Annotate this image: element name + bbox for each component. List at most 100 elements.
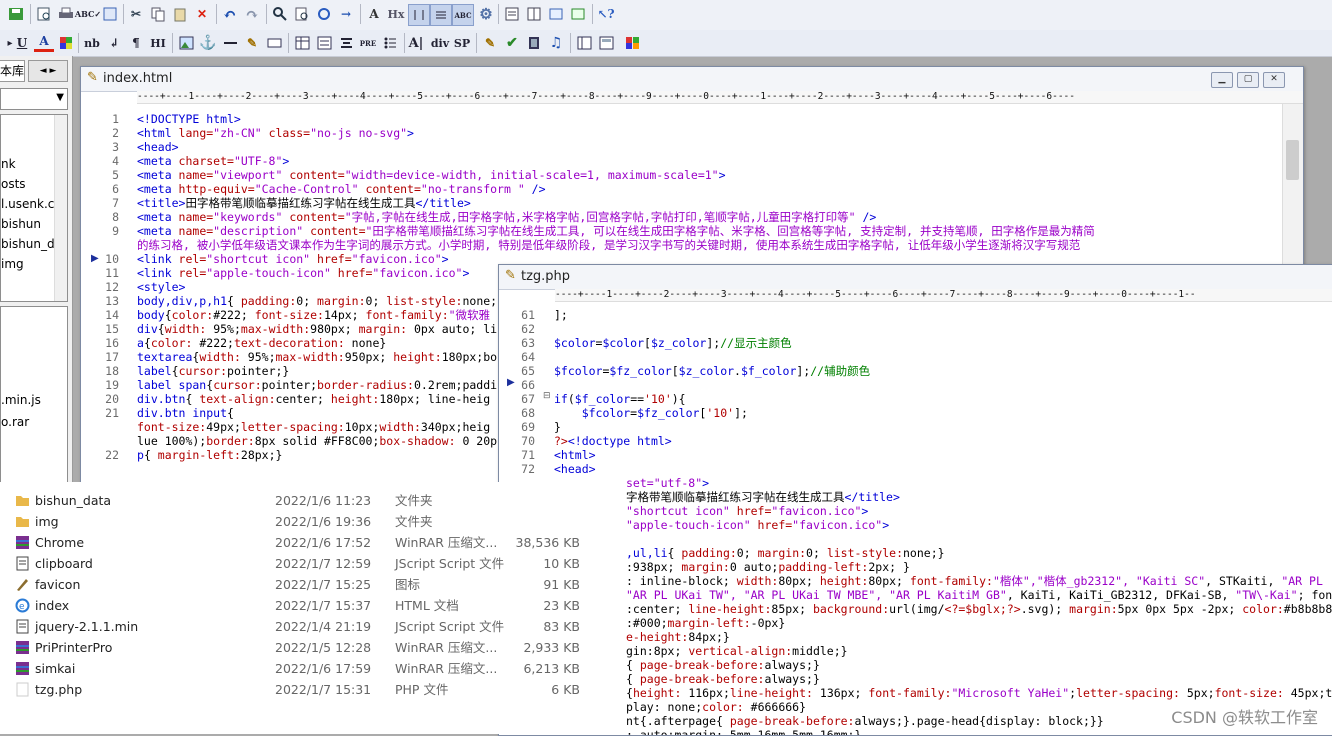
file-row[interactable]: tzg.php 2022/1/7 15:31 PHP 文件 6 KB	[0, 679, 606, 700]
file-row[interactable]: clipboard 2022/1/7 12:59 JScript Script 文件…	[0, 553, 606, 574]
code-line[interactable]: <style>	[137, 280, 185, 294]
line-break-icon[interactable]: ↲	[104, 33, 124, 53]
scrollbar-thumb[interactable]	[1286, 140, 1299, 180]
search-icon[interactable]	[270, 4, 290, 24]
code-line[interactable]: ,ul,li{ padding:0; margin:0; list-style:…	[626, 546, 945, 560]
code-line[interactable]: "apple-touch-icon" href="favicon.ico">	[626, 518, 889, 532]
file-row[interactable]: favicon 2022/1/7 15:25 图标 91 KB	[0, 574, 606, 595]
color-grid-icon[interactable]	[56, 33, 76, 53]
window-titlebar[interactable]: ✎ index.html ▁ ▢ ✕	[81, 67, 1303, 92]
font-size-icon[interactable]: A	[364, 4, 384, 24]
code-line[interactable]: $fcolor=$fz_color[$z_color.$f_color];//辅…	[554, 364, 870, 378]
pencil-icon[interactable]: ✎	[242, 33, 262, 53]
list-item[interactable]: .min.js	[1, 391, 41, 409]
code-line[interactable]: lue 100%);border:8px solid #FF8C00;box-s…	[137, 434, 497, 448]
list-icon[interactable]	[380, 33, 400, 53]
code-line[interactable]: <meta name="keywords" content="字帖,字帖在线生成…	[137, 210, 876, 224]
code-line[interactable]: play: none;color: #666666}	[626, 700, 806, 714]
ruler-icon[interactable]: ABC	[452, 4, 474, 26]
frame-icon[interactable]	[574, 33, 594, 53]
tab-scroll-arrows[interactable]: ◄ ►	[28, 60, 68, 82]
refresh-icon[interactable]	[100, 4, 120, 24]
delete-icon[interactable]: ✕	[192, 4, 212, 24]
code-area[interactable]: ]; $color=$color[$z_color];//显示主颜色 $fcolor…	[554, 308, 1332, 735]
code-line[interactable]: set="utf-8">	[626, 476, 709, 490]
file-row[interactable]: img 2022/1/6 19:36 文件夹	[0, 511, 606, 532]
code-line[interactable]: :#000;margin-left:-0px}	[626, 616, 785, 630]
code-line[interactable]: body,div,p,h1{ padding:0; margin:0; list…	[137, 294, 497, 308]
tab-left-arrow[interactable]: ◄	[40, 66, 47, 76]
file-row[interactable]: Chrome 2022/1/6 17:52 WinRAR 压缩文... 38,536 …	[0, 532, 606, 553]
window-titlebar[interactable]: ✎ tzg.php	[499, 265, 1332, 290]
anchor-icon[interactable]: ⚓	[198, 33, 218, 53]
code-line[interactable]: p{ margin-left:28px;}	[137, 448, 282, 462]
underline-button[interactable]: U	[12, 33, 32, 53]
redo-icon[interactable]: ↷	[242, 4, 262, 24]
goto-icon[interactable]: →	[336, 4, 356, 24]
edit-icon[interactable]: ✎	[480, 33, 500, 53]
font-a-icon[interactable]: A|	[406, 33, 426, 53]
code-line[interactable]: label span{cursor:pointer;border-radius:…	[137, 378, 497, 392]
code-line[interactable]: e-height:84px;}	[626, 630, 730, 644]
code-line[interactable]: label{cursor:pointer;}	[137, 364, 289, 378]
split-view-icon[interactable]	[524, 4, 544, 24]
code-line[interactable]: <meta http-equiv="Cache-Control" content…	[137, 182, 546, 196]
align-center-icon[interactable]	[336, 33, 356, 53]
list-item[interactable]: osts	[1, 175, 26, 193]
code-line[interactable]: <head>	[554, 462, 596, 476]
code-line[interactable]: <html lang="zh-CN" class="no-js no-svg">	[137, 126, 414, 140]
list-item[interactable]: img	[1, 255, 24, 273]
pre-button[interactable]: PRE	[358, 33, 378, 53]
help-icon[interactable]: ↖?	[596, 4, 616, 24]
code-line[interactable]: ?><!doctype html>	[554, 434, 672, 448]
code-line[interactable]: font-size:49px;letter-spacing:10px;width…	[137, 420, 490, 434]
fold-icon[interactable]: ⊟	[543, 391, 551, 401]
settings-icon[interactable]: ⚙	[476, 4, 496, 24]
code-line[interactable]: {height: 116px;line-height: 136px; font-…	[626, 686, 1332, 700]
close-button[interactable]: ✕	[1263, 72, 1285, 88]
drive-dropdown[interactable]: ▼	[0, 88, 68, 110]
code-line[interactable]: ];	[554, 308, 568, 322]
code-line[interactable]: if($f_color=='10'){	[554, 392, 686, 406]
span-button[interactable]: SP	[452, 33, 472, 53]
paragraph-button[interactable]: ¶	[126, 33, 146, 53]
image-icon[interactable]	[176, 33, 196, 53]
layout-icon[interactable]	[596, 33, 616, 53]
file-row[interactable]: jquery-2.1.1.min 2022/1/4 21:19 JScript Sc…	[0, 616, 606, 637]
list-item[interactable]: bishun	[1, 215, 41, 233]
code-line[interactable]: <!DOCTYPE html>	[137, 112, 241, 126]
music-icon[interactable]: ♫	[546, 33, 566, 53]
minimize-button[interactable]: ▁	[1211, 72, 1233, 88]
cut-icon[interactable]: ✂	[126, 4, 146, 24]
code-line[interactable]: nt{.afterpage{ page-break-before:always;…	[626, 714, 1104, 728]
scrollbar[interactable]	[54, 115, 67, 301]
list-item[interactable]: l.usenk.c	[1, 195, 54, 213]
file-row[interactable]: simkai 2022/1/6 17:59 WinRAR 压缩文... 6,213 K…	[0, 658, 606, 679]
table-icon[interactable]	[292, 33, 312, 53]
code-line[interactable]: <meta name="viewport" content="width=dev…	[137, 168, 726, 182]
find-in-files-icon[interactable]	[292, 4, 312, 24]
code-line[interactable]: <meta name="description" content="田字格带笔顺…	[137, 224, 1095, 238]
code-line[interactable]: : inline-block; width:80px; height:80px;…	[626, 574, 1323, 588]
print-icon[interactable]	[56, 4, 76, 24]
print-preview-icon[interactable]	[34, 4, 54, 24]
code-line[interactable]: }	[554, 420, 561, 434]
file-row[interactable]: bishun_data 2022/1/6 11:23 文件夹	[0, 490, 606, 511]
link-icon[interactable]	[264, 33, 284, 53]
heading-button[interactable]: HI	[148, 33, 168, 53]
font-color-button[interactable]: A	[34, 33, 54, 52]
validate-icon[interactable]: ✔	[502, 33, 522, 53]
undo-icon[interactable]: ↶	[220, 4, 240, 24]
code-line[interactable]: <title>田字格带笔顺临摹描红练习字帖在线生成工具</title>	[137, 196, 471, 210]
word-wrap-icon[interactable]	[408, 4, 430, 26]
code-line[interactable]: $color=$color[$z_color];//显示主颜色	[554, 336, 792, 350]
browser-preview-icon[interactable]	[546, 4, 566, 24]
code-line[interactable]: { page-break-before:always;}	[626, 658, 820, 672]
file-row[interactable]: PriPrinterPro 2022/1/5 12:28 WinRAR 压缩文...…	[0, 637, 606, 658]
list-view-icon[interactable]	[502, 4, 522, 24]
code-line[interactable]: gin:8px; vertical-align:middle;}	[626, 644, 848, 658]
code-line[interactable]: 字格带笔顺临摹描红练习字帖在线生成工具</title>	[626, 490, 900, 504]
code-line[interactable]: :938px; margin:0 auto;padding-left:2px; …	[626, 560, 910, 574]
div-button[interactable]: div	[430, 33, 450, 53]
code-line[interactable]: :center; line-height:85px; background:ur…	[626, 602, 1332, 616]
